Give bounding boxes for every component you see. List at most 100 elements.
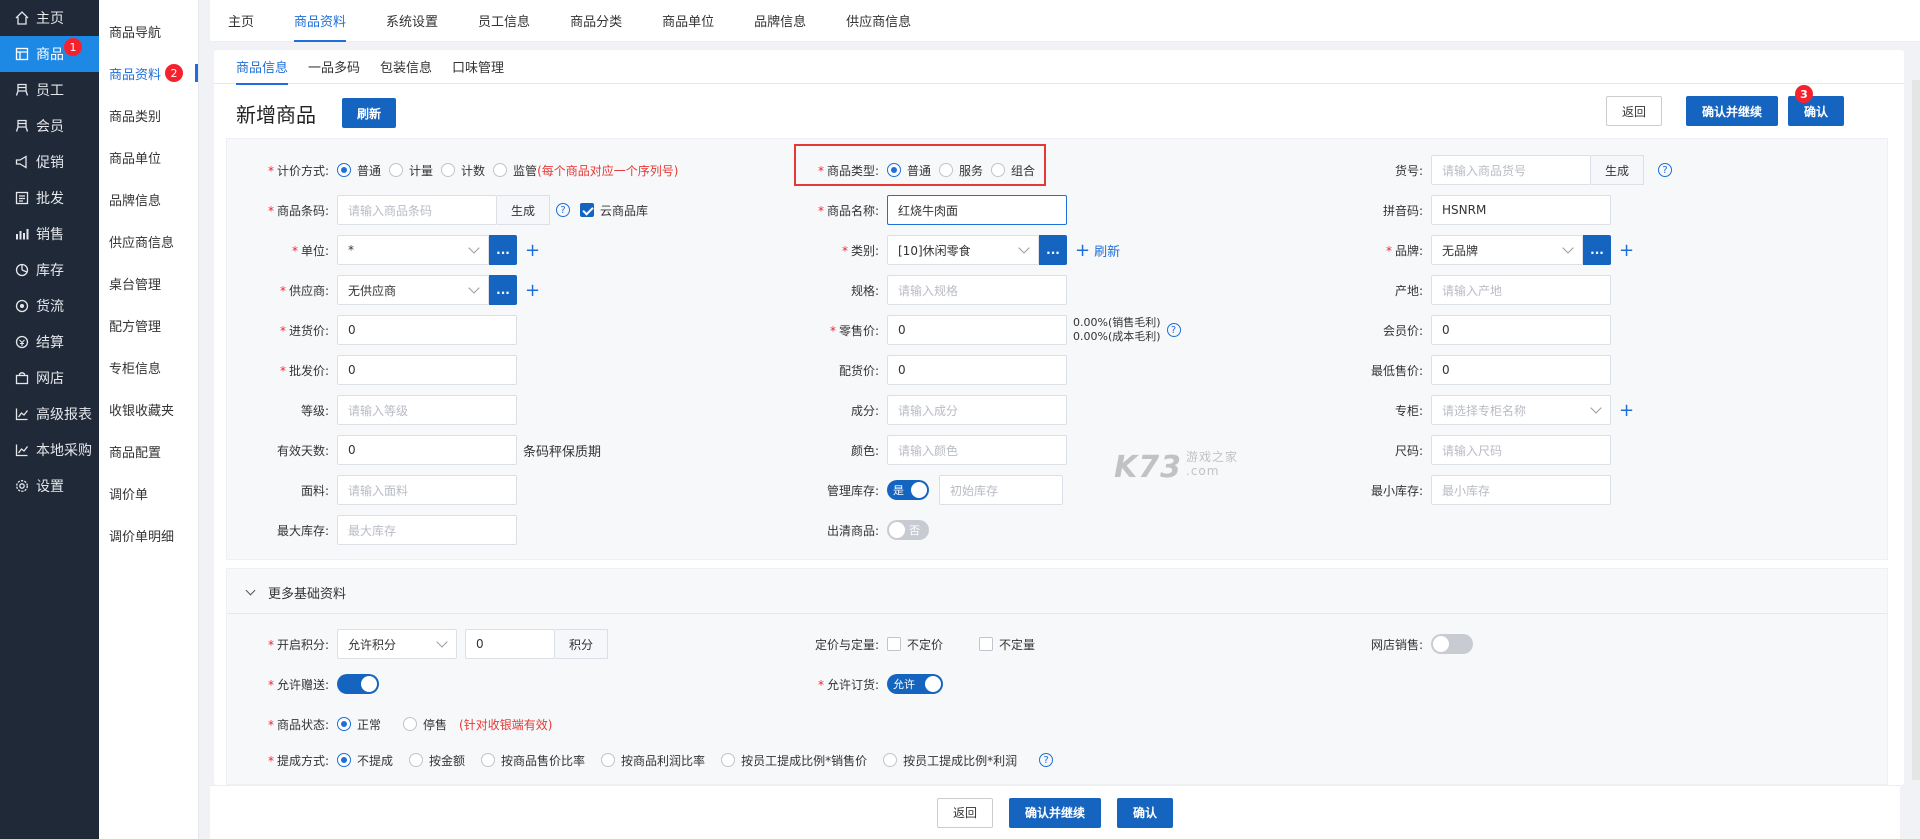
subnav-item[interactable]: 商品配置 [99, 430, 198, 472]
more-info-header[interactable]: 更多基础资料 [245, 583, 346, 602]
sidebar-item-settings[interactable]: 设置 [0, 468, 99, 504]
sku-generate-button[interactable]: 生成 [1591, 155, 1645, 185]
sidebar-item-logistics[interactable]: 货流 [0, 288, 99, 324]
spec-input[interactable]: 请输入规格 [887, 275, 1067, 305]
tab-goods-unit[interactable]: 商品单位 [662, 0, 714, 42]
sidebar-item-settlement[interactable]: 结算 [0, 324, 99, 360]
status-option-stopped[interactable]: 停售 [403, 716, 447, 733]
barcode-generate-button[interactable]: 生成 [497, 195, 551, 225]
subnav-item[interactable]: 配方管理 [99, 304, 198, 346]
supplier-more-button[interactable]: ... [489, 275, 517, 305]
order-toggle[interactable]: 允许 [887, 674, 943, 694]
unit-more-button[interactable]: ... [489, 235, 517, 265]
sidebar-item-promotion[interactable]: 促销 [0, 144, 99, 180]
subtab-multi-code[interactable]: 一品多码 [308, 50, 360, 84]
subtab-goods-info[interactable]: 商品信息 [236, 50, 289, 85]
tab-brand-info[interactable]: 品牌信息 [754, 0, 806, 42]
cloud-lib-checkbox[interactable]: 云商品库 [580, 202, 648, 219]
color-input[interactable]: 请输入颜色 [887, 435, 1067, 465]
add-brand-icon[interactable]: + [1619, 240, 1634, 261]
lowest-price-input[interactable]: 0 [1431, 355, 1611, 385]
size-input[interactable]: 请输入尺码 [1431, 435, 1611, 465]
commission-option-amount[interactable]: 按金额 [409, 752, 465, 769]
tab-system-settings[interactable]: 系统设置 [386, 0, 438, 42]
no-fixed-qty-checkbox[interactable]: 不定量 [979, 636, 1035, 653]
pricing-option-count[interactable]: 计数 [441, 162, 485, 179]
subnav-item[interactable]: 商品导航 [99, 10, 198, 52]
delivery-price-input[interactable]: 0 [887, 355, 1067, 385]
shelf-life-input[interactable]: 0 [337, 435, 517, 465]
sidebar-item-report[interactable]: 高级报表 [0, 396, 99, 432]
tab-goods-info[interactable]: 商品资料 [294, 0, 347, 42]
goods-name-input[interactable]: 红烧牛肉面 [887, 195, 1067, 225]
retail-price-input[interactable]: 0 [887, 315, 1067, 345]
commission-option-none[interactable]: 不提成 [337, 752, 393, 769]
commission-option-profit-ratio[interactable]: 按商品利润比率 [601, 752, 705, 769]
initial-stock-input[interactable]: 初始库存 [939, 475, 1063, 505]
clearance-toggle[interactable]: 否 [887, 520, 929, 540]
add-supplier-icon[interactable]: + [525, 280, 540, 301]
commission-option-staff-profit[interactable]: 按员工提成比例*利润 [883, 752, 1017, 769]
brand-more-button[interactable]: ... [1583, 235, 1611, 265]
footer-back-button[interactable]: 返回 [937, 797, 993, 828]
sidebar-item-inventory[interactable]: 库存 [0, 252, 99, 288]
category-more-button[interactable]: ... [1039, 235, 1067, 265]
points-select[interactable]: 允许积分 [337, 629, 457, 659]
sidebar-item-home[interactable]: 主页 [0, 0, 99, 36]
tab-goods-category[interactable]: 商品分类 [570, 0, 622, 42]
footer-confirm-button[interactable]: 确认 [1117, 797, 1173, 828]
pricing-option-weight[interactable]: 计量 [389, 162, 433, 179]
subnav-item-goods-info[interactable]: 商品资料 2 [99, 52, 198, 94]
subnav-item[interactable]: 调价单 [99, 472, 198, 514]
subtab-package-info[interactable]: 包装信息 [380, 50, 432, 84]
sidebar-item-staff[interactable]: 员工 [0, 72, 99, 108]
pinyin-input[interactable]: HSNRM [1431, 195, 1611, 225]
no-fixed-price-checkbox[interactable]: 不定价 [887, 636, 943, 653]
commission-option-staff-price[interactable]: 按员工提成比例*销售价 [721, 752, 867, 769]
sidebar-item-goods[interactable]: 商品 1 [0, 36, 99, 72]
add-category-icon[interactable]: + [1075, 240, 1090, 261]
sidebar-item-purchase[interactable]: 本地采购 [0, 432, 99, 468]
brand-select[interactable]: 无品牌 [1431, 235, 1583, 265]
sidebar-item-sales[interactable]: 销售 [0, 216, 99, 252]
sidebar-item-wholesale[interactable]: 批发 [0, 180, 99, 216]
subnav-item[interactable]: 品牌信息 [99, 178, 198, 220]
subnav-item[interactable]: 商品类别 [99, 94, 198, 136]
barcode-input[interactable]: 请输入商品条码 [337, 195, 497, 225]
help-icon[interactable]: ? [1039, 753, 1054, 767]
status-option-normal[interactable]: 正常 [337, 716, 381, 733]
fabric-input[interactable]: 请输入面料 [337, 475, 517, 505]
add-counter-icon[interactable]: + [1619, 400, 1634, 421]
footer-confirm-continue-button[interactable]: 确认并继续 [1009, 797, 1101, 828]
subnav-item[interactable]: 供应商信息 [99, 220, 198, 262]
unit-select[interactable]: * [337, 235, 489, 265]
sidebar-item-shop[interactable]: 网店 [0, 360, 99, 396]
origin-input[interactable]: 请输入产地 [1431, 275, 1611, 305]
subnav-item[interactable]: 商品单位 [99, 136, 198, 178]
counter-select[interactable]: 请选择专柜名称 [1431, 395, 1611, 425]
manage-stock-toggle[interactable]: 是 [887, 480, 929, 500]
commission-option-price-ratio[interactable]: 按商品售价比率 [481, 752, 585, 769]
tab-home[interactable]: 主页 [228, 0, 254, 42]
back-button[interactable]: 返回 [1606, 96, 1662, 126]
subnav-item[interactable]: 调价单明细 [99, 514, 198, 556]
page-scrollbar[interactable] [1912, 80, 1920, 780]
subnav-item[interactable]: 桌台管理 [99, 262, 198, 304]
grade-input[interactable]: 请输入等级 [337, 395, 517, 425]
max-stock-input[interactable]: 最大库存 [337, 515, 517, 545]
add-unit-icon[interactable]: + [525, 240, 540, 261]
supplier-select[interactable]: 无供应商 [337, 275, 489, 305]
member-price-input[interactable]: 0 [1431, 315, 1611, 345]
confirm-continue-button[interactable]: 确认并继续 [1686, 96, 1778, 126]
online-sale-toggle[interactable] [1431, 634, 1473, 654]
subnav-item[interactable]: 专柜信息 [99, 346, 198, 388]
refresh-button[interactable]: 刷新 [342, 98, 397, 128]
help-icon[interactable]: ? [556, 203, 571, 217]
min-stock-input[interactable]: 最小库存 [1431, 475, 1611, 505]
pricing-option-normal[interactable]: 普通 [337, 162, 381, 179]
sku-input[interactable]: 请输入商品货号 [1431, 155, 1591, 185]
ingredient-input[interactable]: 请输入成分 [887, 395, 1067, 425]
purchase-price-input[interactable]: 0 [337, 315, 517, 345]
points-input[interactable]: 0 [465, 629, 555, 659]
subnav-item[interactable]: 收银收藏夹 [99, 388, 198, 430]
